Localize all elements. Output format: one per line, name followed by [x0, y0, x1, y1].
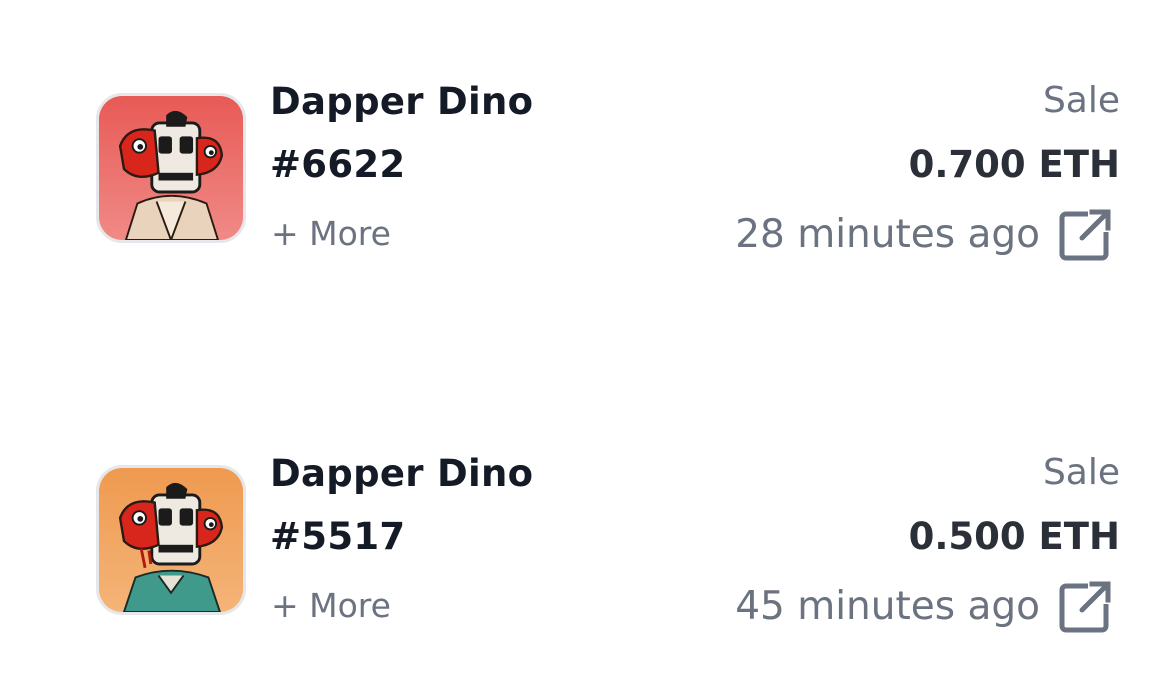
dapper-dino-nft-image [99, 96, 243, 240]
activity-item[interactable]: Dapper Dino #6622 + More Sale 0.700 ETH … [0, 78, 1170, 261]
event-type-label: Sale [1042, 452, 1120, 493]
external-link-icon[interactable] [1058, 578, 1114, 634]
dapper-dino-nft-image [99, 468, 243, 612]
timestamp: 45 minutes ago [735, 584, 1040, 629]
collection-name[interactable]: Dapper Dino [270, 452, 533, 495]
nft-thumbnail[interactable] [96, 465, 246, 615]
event-type-label: Sale [1042, 80, 1120, 121]
activity-item[interactable]: Dapper Dino #5517 + More Sale 0.500 ETH … [0, 450, 1170, 633]
timestamp: 28 minutes ago [735, 212, 1040, 257]
external-link-icon[interactable] [1058, 206, 1114, 262]
sale-price: 0.700 ETH [908, 143, 1120, 186]
more-button[interactable]: + More [271, 586, 391, 625]
token-id[interactable]: #6622 [270, 143, 405, 186]
token-id[interactable]: #5517 [270, 515, 405, 558]
more-button[interactable]: + More [271, 214, 391, 253]
sale-price: 0.500 ETH [908, 515, 1120, 558]
collection-name[interactable]: Dapper Dino [270, 80, 533, 123]
nft-thumbnail[interactable] [96, 93, 246, 243]
